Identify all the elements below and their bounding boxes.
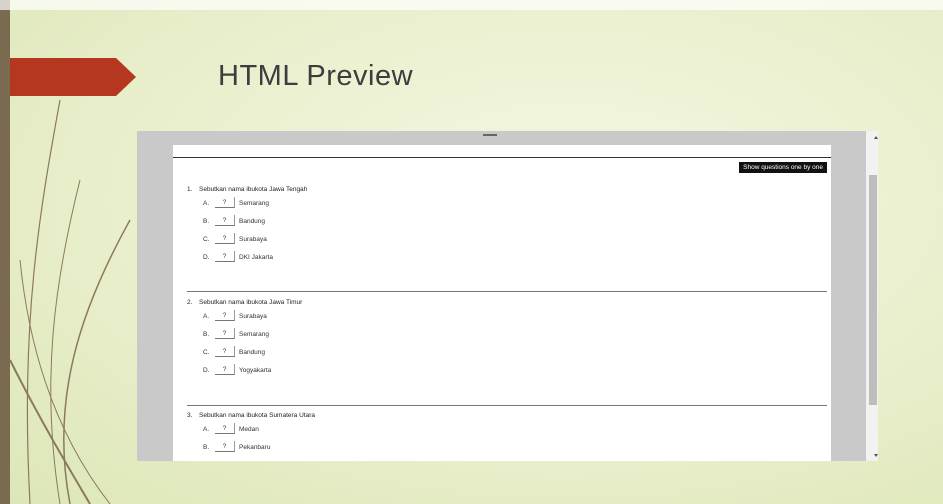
option-1b: B.? Bandung bbox=[187, 213, 827, 231]
option-1c: C.? Surabaya bbox=[187, 231, 827, 249]
option-text: Pekanbaru bbox=[239, 444, 271, 451]
question-divider bbox=[187, 405, 827, 406]
question-1: 1. Sebutkan nama ibukota Jawa Tengah A.? S… bbox=[187, 185, 827, 267]
option-letter: A. bbox=[203, 200, 210, 207]
option-2d: D.? Yogyakarta bbox=[187, 362, 827, 380]
answer-box[interactable]: ? bbox=[215, 328, 235, 339]
question-stem: 3. Sebutkan nama ibukota Sumatera Utara bbox=[187, 411, 827, 421]
option-text: Semarang bbox=[239, 200, 269, 207]
question-3: 3. Sebutkan nama ibukota Sumatera Utara A… bbox=[187, 411, 827, 457]
scroll-down-icon[interactable] bbox=[874, 454, 878, 457]
answer-box[interactable]: ? bbox=[215, 423, 235, 434]
option-3a: A.? Medan bbox=[187, 421, 827, 439]
answer-box[interactable]: ? bbox=[215, 197, 235, 208]
question-number: 3. bbox=[187, 412, 193, 419]
question-stem: 2. Sebutkan nama ibukota Jawa Timur bbox=[187, 298, 827, 308]
slide-title: HTML Preview bbox=[218, 60, 414, 92]
scrollbar-thumb[interactable] bbox=[869, 175, 877, 405]
html-preview-viewer: Show questions one by one 1. Sebutkan nam… bbox=[137, 131, 866, 461]
preview-page: Show questions one by one 1. Sebutkan nam… bbox=[173, 145, 831, 461]
option-letter: C. bbox=[203, 236, 210, 243]
option-text: Bandung bbox=[239, 349, 266, 356]
page-top-rule bbox=[173, 157, 831, 158]
slide-top-edge bbox=[0, 0, 943, 10]
option-text: Bandung bbox=[239, 218, 266, 225]
show-questions-one-by-one-button[interactable]: Show questions one by one bbox=[739, 162, 827, 173]
option-text: Semarang bbox=[239, 331, 269, 338]
decorative-stems bbox=[9, 99, 131, 504]
option-text: DKI Jakarta bbox=[239, 254, 273, 261]
option-1a: A.? Semarang bbox=[187, 195, 827, 213]
option-2c: C.? Bandung bbox=[187, 344, 827, 362]
option-3b: B.? Pekanbaru bbox=[187, 439, 827, 457]
question-stem: 1. Sebutkan nama ibukota Jawa Tengah bbox=[187, 185, 827, 195]
question-divider bbox=[187, 291, 827, 292]
answer-box[interactable]: ? bbox=[215, 215, 235, 226]
option-letter: A. bbox=[203, 426, 210, 433]
question-text: Sebutkan nama ibukota Jawa Timur bbox=[199, 299, 303, 306]
answer-box[interactable]: ? bbox=[215, 441, 235, 452]
option-letter: A. bbox=[203, 313, 210, 320]
answer-box[interactable]: ? bbox=[215, 310, 235, 321]
option-letter: D. bbox=[203, 254, 210, 261]
option-2a: A.? Surabaya bbox=[187, 308, 827, 326]
viewer-handle bbox=[483, 134, 497, 136]
scroll-up-icon[interactable] bbox=[874, 136, 878, 139]
question-number: 1. bbox=[187, 186, 193, 193]
question-2: 2. Sebutkan nama ibukota Jawa Timur A.? Su… bbox=[187, 298, 827, 380]
option-letter: B. bbox=[203, 444, 210, 451]
option-text: Surabaya bbox=[239, 313, 267, 320]
option-text: Medan bbox=[239, 426, 259, 433]
option-letter: B. bbox=[203, 218, 210, 225]
option-letter: C. bbox=[203, 349, 210, 356]
answer-box[interactable]: ? bbox=[215, 364, 235, 375]
answer-box[interactable]: ? bbox=[215, 251, 235, 262]
option-letter: D. bbox=[203, 367, 210, 374]
option-text: Surabaya bbox=[239, 236, 267, 243]
answer-box[interactable]: ? bbox=[215, 346, 235, 357]
question-text: Sebutkan nama ibukota Sumatera Utara bbox=[199, 412, 315, 419]
option-2b: B.? Semarang bbox=[187, 326, 827, 344]
option-text: Yogyakarta bbox=[239, 367, 272, 374]
answer-box[interactable]: ? bbox=[215, 233, 235, 244]
option-1d: D.? DKI Jakarta bbox=[187, 249, 827, 267]
question-number: 2. bbox=[187, 299, 193, 306]
option-letter: B. bbox=[203, 331, 210, 338]
question-text: Sebutkan nama ibukota Jawa Tengah bbox=[199, 186, 308, 193]
